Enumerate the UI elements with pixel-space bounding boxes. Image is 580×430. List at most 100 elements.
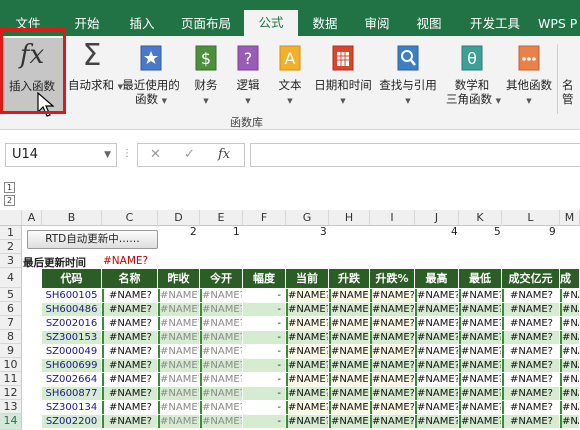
row-header[interactable]: 14 xyxy=(0,414,22,430)
table-cell[interactable]: #NAME? xyxy=(502,289,560,302)
table-cell[interactable]: - xyxy=(243,289,286,302)
table-cell[interactable]: #NAME? xyxy=(200,303,243,316)
row-header[interactable]: 4 xyxy=(0,268,22,288)
table-cell[interactable]: #NAME? xyxy=(200,345,243,358)
table-cell[interactable]: #NAME? xyxy=(102,387,158,400)
table-cell[interactable]: SZ300134 xyxy=(42,401,102,414)
row-header[interactable]: 13 xyxy=(0,400,22,414)
table-cell[interactable]: #NAME? xyxy=(459,317,502,330)
table-cell[interactable]: #NAME? xyxy=(560,331,580,344)
formula-input[interactable] xyxy=(250,143,580,167)
cancel-icon[interactable]: ✕ xyxy=(150,147,161,162)
table-cell[interactable]: SZ300153 xyxy=(42,331,102,344)
cell-value[interactable]: 5 xyxy=(494,226,501,238)
outline-level-2-button[interactable]: 2 xyxy=(4,195,15,206)
table-cell[interactable]: #NAME? xyxy=(329,387,370,400)
table-cell[interactable]: #NAME? xyxy=(560,401,580,414)
cell-value[interactable]: 1 xyxy=(233,226,240,238)
header-low[interactable]: 最低 xyxy=(459,269,502,288)
table-cell[interactable]: #NAME? xyxy=(102,317,158,330)
row-header[interactable]: 12 xyxy=(0,386,22,400)
insert-function-icon[interactable]: fx xyxy=(218,147,230,162)
table-cell[interactable]: #NAME? xyxy=(329,289,370,302)
table-cell[interactable]: #NAME? xyxy=(286,331,329,344)
table-cell[interactable]: #NAME? xyxy=(502,359,560,372)
table-cell[interactable]: SH600486 xyxy=(42,303,102,316)
column-header[interactable]: H xyxy=(329,210,370,226)
table-cell[interactable]: #NAME? xyxy=(158,373,200,386)
table-cell[interactable]: #NAME? xyxy=(415,303,459,316)
cell-value[interactable]: 9 xyxy=(549,226,556,238)
table-cell[interactable]: #NAME? xyxy=(158,303,200,316)
table-cell[interactable]: #NAME? xyxy=(459,415,502,428)
table-cell[interactable]: - xyxy=(243,387,286,400)
header-open[interactable]: 今开 xyxy=(200,269,243,288)
table-cell[interactable]: SH600105 xyxy=(42,289,102,302)
more-functions-button[interactable]: 其他函数 ▼ xyxy=(502,40,556,114)
row-header[interactable]: 11 xyxy=(0,372,22,386)
table-cell[interactable]: - xyxy=(243,345,286,358)
cell-value[interactable]: 4 xyxy=(451,226,458,238)
table-cell[interactable]: #NAME? xyxy=(370,345,415,358)
row-header[interactable]: 6 xyxy=(0,302,22,316)
text-functions-button[interactable]: A 文本 ▼ xyxy=(270,40,310,114)
table-cell[interactable]: #NAME? xyxy=(102,345,158,358)
table-cell[interactable]: #NAME? xyxy=(415,317,459,330)
table-cell[interactable]: - xyxy=(243,359,286,372)
table-cell[interactable]: #NAME? xyxy=(415,345,459,358)
table-cell[interactable]: #NAME? xyxy=(102,415,158,428)
column-header[interactable]: B xyxy=(42,210,102,226)
table-cell[interactable]: #NAME? xyxy=(200,359,243,372)
table-cell[interactable]: #NAME? xyxy=(370,415,415,428)
table-cell[interactable]: #NAME? xyxy=(286,415,329,428)
table-cell[interactable]: #NAME? xyxy=(502,331,560,344)
table-cell[interactable]: SZ002664 xyxy=(42,373,102,386)
header-volume[interactable]: 成交 xyxy=(560,269,580,288)
table-cell[interactable]: #NAME? xyxy=(200,415,243,428)
date-time-button[interactable]: 日期和时间 ▼ xyxy=(312,40,374,114)
header-amplitude[interactable]: 幅度 xyxy=(243,269,286,288)
table-cell[interactable]: #NAME? xyxy=(560,345,580,358)
confirm-icon[interactable]: ✓ xyxy=(184,147,195,162)
table-cell[interactable]: #NAME? xyxy=(560,317,580,330)
row-header[interactable]: 7 xyxy=(0,316,22,330)
table-cell[interactable]: #NAME? xyxy=(459,331,502,344)
table-cell[interactable]: #NAME? xyxy=(370,289,415,302)
resize-handle[interactable]: ⋮ xyxy=(122,148,133,159)
table-cell[interactable]: #NAME? xyxy=(459,387,502,400)
table-cell[interactable]: #NAME? xyxy=(286,359,329,372)
row-header[interactable]: 8 xyxy=(0,330,22,344)
autosum-button[interactable]: Σ 自动求和 ▼ xyxy=(68,38,123,114)
table-cell[interactable]: #NAME? xyxy=(102,331,158,344)
table-cell[interactable]: #NAME? xyxy=(415,359,459,372)
row-header[interactable]: 10 xyxy=(0,358,22,372)
cell-value[interactable]: 3 xyxy=(320,226,327,238)
table-cell[interactable]: #NAME? xyxy=(560,415,580,428)
table-cell[interactable]: #NAME? xyxy=(329,401,370,414)
table-cell[interactable]: #NAME? xyxy=(560,373,580,386)
logical-button[interactable]: ? 逻辑 ▼ xyxy=(228,40,268,114)
table-cell[interactable]: #NAME? xyxy=(415,331,459,344)
table-cell[interactable]: #NAME? xyxy=(502,387,560,400)
table-cell[interactable]: - xyxy=(243,401,286,414)
table-cell[interactable]: #NAME? xyxy=(158,359,200,372)
row-header[interactable]: 2 xyxy=(0,240,22,254)
table-cell[interactable]: #NAME? xyxy=(200,289,243,302)
table-cell[interactable]: SH600877 xyxy=(42,387,102,400)
table-cell[interactable]: #NAME? xyxy=(158,415,200,428)
rtd-auto-update-button[interactable]: RTD自动更新中…… xyxy=(27,230,158,249)
table-cell[interactable]: #NAME? xyxy=(370,401,415,414)
table-cell[interactable]: SZ002200 xyxy=(42,415,102,428)
last-update-label[interactable]: 最后更新时间 xyxy=(23,255,86,270)
table-cell[interactable]: #NAME? xyxy=(329,303,370,316)
header-change-pct[interactable]: 升跌% xyxy=(370,269,415,288)
header-current[interactable]: 当前 xyxy=(286,269,329,288)
tab-data[interactable]: 数据 xyxy=(302,12,348,36)
table-cell[interactable]: #NAME? xyxy=(560,289,580,302)
table-cell[interactable]: SZ000049 xyxy=(42,345,102,358)
table-cell[interactable]: #NAME? xyxy=(415,387,459,400)
table-cell[interactable]: - xyxy=(243,415,286,428)
table-cell[interactable]: #NAME? xyxy=(286,303,329,316)
row-header[interactable]: 3 xyxy=(0,254,22,268)
table-cell[interactable]: #NAME? xyxy=(370,373,415,386)
